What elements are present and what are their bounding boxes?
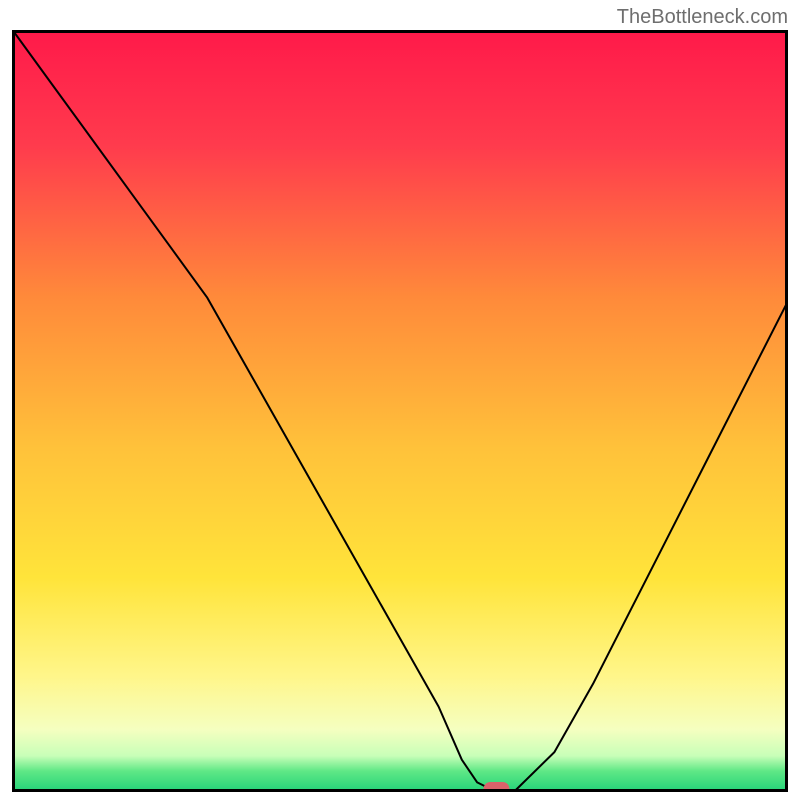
bottleneck-chart [12, 30, 788, 792]
chart-background [14, 32, 786, 790]
chart-svg [12, 30, 788, 792]
chart-container: TheBottleneck.com [0, 0, 800, 800]
watermark-text: TheBottleneck.com [617, 6, 788, 29]
